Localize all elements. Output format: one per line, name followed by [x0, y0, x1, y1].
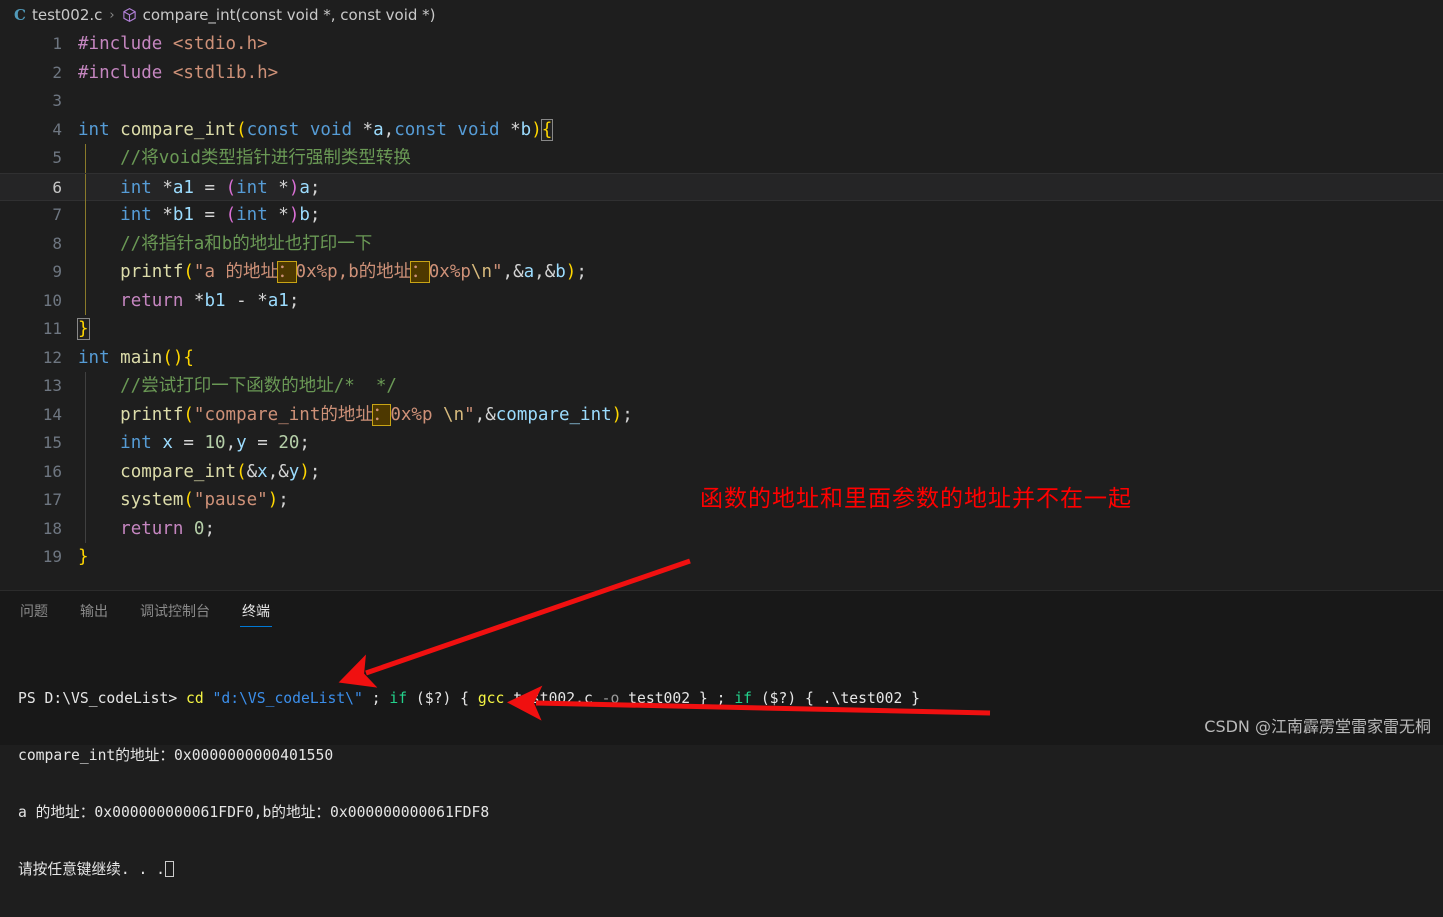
cube-icon — [122, 7, 137, 23]
line-number: 3 — [52, 91, 62, 110]
terminal-cmd-gccargs: test002.c — [504, 690, 602, 707]
panel-tab-bar: 问题 输出 调试控制台 终端 — [0, 591, 1443, 627]
terminal-cmd-path: "d:\VS_codeList\" — [212, 690, 363, 707]
line-content: compare_int(&x,&y); — [120, 461, 321, 482]
terminal-cmd-cd: cd — [186, 690, 204, 707]
line-number: 16 — [42, 461, 62, 481]
terminal-cmd-if2: if — [734, 690, 752, 707]
line-content: system("pause"); — [120, 490, 289, 510]
line-content: #include <stdio.h> — [78, 34, 268, 54]
line-content: int *b1 = (int *)b; — [120, 205, 321, 225]
line-content: return 0; — [120, 518, 216, 539]
line-number: 9 — [52, 262, 62, 281]
terminal-cursor — [165, 861, 175, 877]
line-number: 6 — [52, 177, 62, 197]
tab-output[interactable]: 输出 — [76, 601, 112, 627]
code-line[interactable]: 9 printf("a 的地址：0x%p,b的地址：0x%p\n",&a,&b)… — [0, 258, 1443, 287]
terminal-output-line-last: 请按任意键继续. . . — [18, 860, 1443, 879]
line-content: //将void类型指针进行强制类型转换 — [78, 148, 411, 168]
line-number: 5 — [52, 148, 62, 167]
tab-terminal[interactable]: 终端 — [238, 601, 274, 627]
unusual-character-highlight: ： — [410, 261, 430, 283]
unusual-character-highlight: ： — [371, 403, 392, 426]
terminal-output-line: a 的地址：0x000000000061FDF0,b的地址：0x00000000… — [18, 804, 490, 821]
tab-debug-console[interactable]: 调试控制台 — [136, 601, 214, 627]
terminal-output-line: compare_int的地址：0x0000000000401550 — [18, 747, 334, 764]
line-content: #include <stdlib.h> — [78, 62, 279, 83]
terminal-pause-text: 请按任意键继续. . . — [18, 861, 166, 878]
code-line[interactable]: 4 int compare_int(const void *a,const vo… — [0, 116, 1443, 145]
watermark: CSDN @江南霹雳堂雷家雷无桐 — [1204, 717, 1431, 736]
code-line[interactable]: 2 #include <stdlib.h> — [0, 59, 1443, 88]
terminal-cmd-cond1: ($?) { — [407, 690, 478, 707]
line-content: int main(){ — [78, 347, 194, 368]
terminal-cmd-cond2: ($?) { .\test002 } — [752, 690, 921, 707]
line-number: 17 — [42, 490, 62, 509]
terminal-cmd-out: test002 } ; — [619, 690, 735, 707]
line-content: int compare_int(const void *a,const void… — [78, 118, 554, 141]
terminal-cmd-if1: if — [389, 690, 408, 707]
c-language-icon: C — [14, 6, 26, 24]
line-content: return *b1 - *a1; — [120, 290, 300, 311]
chevron-right-icon: › — [109, 7, 115, 23]
line-content: int x = 10,y = 20; — [120, 433, 310, 453]
code-line[interactable]: 7 int *b1 = (int *)b; — [0, 201, 1443, 230]
line-content: int *a1 = (int *)a; — [120, 177, 321, 198]
terminal-cmd-flag: -o — [601, 690, 620, 707]
line-number: 18 — [42, 518, 62, 538]
code-line[interactable]: 11 } — [0, 315, 1443, 344]
code-line[interactable]: 15 int x = 10,y = 20; — [0, 429, 1443, 458]
code-line[interactable]: 5 //将void类型指针进行强制类型转换 — [0, 144, 1443, 173]
line-number: 15 — [42, 433, 62, 452]
line-content: //将指针a和b的地址也打印一下 — [78, 233, 373, 254]
code-line[interactable]: 10 return *b1 - *a1; — [0, 286, 1443, 315]
line-number: 4 — [52, 119, 62, 139]
terminal-prompt: PS D:\VS_codeList> — [18, 690, 178, 707]
line-content: } — [78, 547, 89, 567]
terminal-cmd-gcc: gcc — [477, 690, 505, 707]
line-number: 12 — [42, 347, 62, 367]
line-number: 19 — [42, 547, 62, 566]
code-line-active[interactable]: 6 int *a1 = (int *)a; — [0, 172, 1443, 202]
tab-problems[interactable]: 问题 — [16, 601, 52, 627]
terminal-cmd-sep1: ; — [362, 690, 390, 707]
line-content: //尝试打印一下函数的地址/* */ — [78, 376, 397, 396]
line-content: printf("a 的地址：0x%p,b的地址：0x%p\n",&a,&b); — [120, 261, 587, 283]
breadcrumb: C test002.c › compare_int(const void *, … — [0, 0, 1443, 30]
line-content: } — [77, 318, 90, 340]
terminal-command-line: PS D:\VS_codeList> cd "d:\VS_codeList\" … — [18, 689, 1443, 708]
unusual-character-highlight: ： — [277, 261, 297, 283]
line-number: 13 — [42, 376, 62, 395]
breadcrumb-file[interactable]: test002.c — [32, 6, 102, 24]
line-number: 1 — [52, 34, 62, 53]
annotation-text: 函数的地址和里面参数的地址并不在一起 — [700, 486, 1132, 512]
code-line[interactable]: 8 //将指针a和b的地址也打印一下 — [0, 229, 1443, 258]
line-number: 2 — [52, 62, 62, 82]
code-line[interactable]: 18 return 0; — [0, 514, 1443, 543]
line-number: 7 — [52, 205, 62, 224]
breadcrumb-symbol[interactable]: compare_int(const void *, const void *) — [143, 6, 436, 24]
code-line[interactable]: 12 int main(){ — [0, 344, 1443, 373]
code-line[interactable]: 1 #include <stdio.h> — [0, 30, 1443, 59]
code-line[interactable]: 14 printf("compare_int的地址：0x%p \n",&comp… — [0, 400, 1443, 429]
line-number: 14 — [42, 404, 62, 424]
line-number: 11 — [42, 319, 62, 338]
line-number: 10 — [42, 290, 62, 310]
line-number: 8 — [52, 233, 62, 253]
code-line[interactable]: 3 — [0, 87, 1443, 116]
code-line[interactable]: 19 } — [0, 543, 1443, 572]
line-content: printf("compare_int的地址：0x%p \n",&compare… — [120, 403, 633, 426]
code-line[interactable]: 13 //尝试打印一下函数的地址/* */ — [0, 372, 1443, 401]
